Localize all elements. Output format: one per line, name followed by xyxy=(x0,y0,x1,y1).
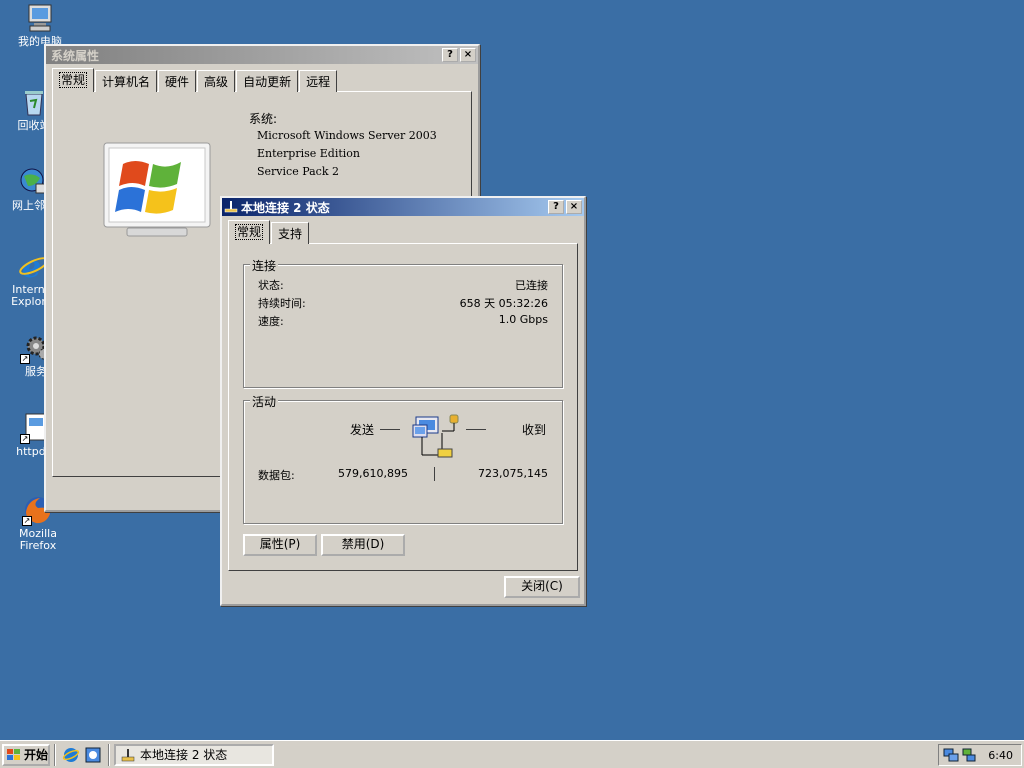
speed-label: 速度: xyxy=(258,315,284,328)
clock[interactable]: 6:40 xyxy=(988,749,1013,762)
status-value: 已连接 xyxy=(515,279,548,292)
taskbar: 开始 本地连接 2 状态 6:40 xyxy=(0,740,1024,768)
disable-button[interactable]: 禁用(D) xyxy=(321,534,405,556)
received-label: 收到 xyxy=(522,423,547,437)
speed-value: 1.0 Gbps xyxy=(498,313,548,326)
taskbar-button-connection-status[interactable]: 本地连接 2 状态 xyxy=(114,743,274,766)
received-packets: 723,075,145 xyxy=(478,467,548,480)
network-plug-icon xyxy=(120,747,136,763)
taskbar-button-label: 本地连接 2 状态 xyxy=(140,748,228,762)
window-title: 本地连接 2 状态 xyxy=(241,200,330,215)
close-dialog-button[interactable]: 关闭(C) xyxy=(504,576,580,598)
system-tray: 6:40 xyxy=(938,744,1022,766)
connection-group: 连接 状态: 已连接 持续时间: 658 天 05:32:26 速度: 1.0 … xyxy=(243,257,563,388)
start-label: 开始 xyxy=(24,748,49,762)
system-label: 系统: xyxy=(249,112,278,126)
windows-logo-monitor xyxy=(103,142,211,238)
network-tray-icon[interactable] xyxy=(943,747,959,763)
duration-value: 658 天 05:32:26 xyxy=(459,297,548,310)
windows-flag-icon xyxy=(6,748,22,762)
tab-hardware[interactable]: 硬件 xyxy=(158,70,197,92)
properties-button[interactable]: 属性(P) xyxy=(243,534,317,556)
os-edition: Enterprise Edition xyxy=(257,147,361,160)
network-activity-icon xyxy=(412,411,464,463)
system-properties-titlebar[interactable]: 系统属性 ? × xyxy=(46,46,478,64)
help-button[interactable]: ? xyxy=(442,48,458,62)
connection-group-title: 连接 xyxy=(250,257,279,274)
close-button[interactable]: × xyxy=(460,48,476,62)
tab-support[interactable]: 支持 xyxy=(271,222,310,244)
received-dash xyxy=(466,429,486,430)
windows-logo-icon xyxy=(103,142,211,237)
tab-remote[interactable]: 远程 xyxy=(299,70,338,92)
tab-strip: 常规 支持 xyxy=(222,220,584,244)
my-computer-icon xyxy=(24,2,56,34)
taskbar-separator xyxy=(108,743,110,766)
status-label: 状态: xyxy=(258,279,284,292)
activity-group: 活动 发送 收到 数据包: 579,610,895 723,075,145 xyxy=(243,393,563,524)
help-button[interactable]: ? xyxy=(548,200,564,214)
connection-status-titlebar[interactable]: 本地连接 2 状态 ? × xyxy=(222,198,584,216)
network-plug-icon xyxy=(224,200,238,214)
connection-status-window[interactable]: 本地连接 2 状态 ? × 常规 支持 连接 状态: 已连接 持续时间: 658… xyxy=(220,196,586,606)
window-title: 系统属性 xyxy=(51,48,100,63)
activity-group-title: 活动 xyxy=(250,393,279,410)
quicklaunch-explorer-icon[interactable] xyxy=(84,746,102,764)
sent-dash xyxy=(380,429,400,430)
close-button[interactable]: × xyxy=(566,200,582,214)
sent-label: 发送 xyxy=(350,423,375,437)
duration-label: 持续时间: xyxy=(258,297,306,310)
quicklaunch-ie-icon[interactable] xyxy=(62,746,80,764)
tab-advanced[interactable]: 高级 xyxy=(197,70,236,92)
tab-general[interactable]: 常规 xyxy=(228,220,271,244)
tab-auto-update[interactable]: 自动更新 xyxy=(236,70,299,92)
taskbar-separator xyxy=(54,743,56,766)
desktop-icon-my-computer[interactable]: 我的电脑 xyxy=(2,2,78,48)
tab-strip: 常规 计算机名 硬件 高级 自动更新 远程 xyxy=(46,68,478,92)
start-button[interactable]: 开始 xyxy=(2,743,50,766)
os-name: Microsoft Windows Server 2003 xyxy=(257,129,437,142)
activity-divider xyxy=(434,467,435,481)
network-tray-icon-2[interactable] xyxy=(961,747,977,763)
sent-packets: 579,610,895 xyxy=(338,467,408,480)
general-tab-panel: 连接 状态: 已连接 持续时间: 658 天 05:32:26 速度: 1.0 … xyxy=(228,243,578,571)
service-pack: Service Pack 2 xyxy=(257,165,339,178)
desktop-icon-label: Mozilla Firefox xyxy=(19,527,57,552)
packets-label: 数据包: xyxy=(258,469,295,482)
tab-general[interactable]: 常规 xyxy=(52,68,95,92)
tab-computer-name[interactable]: 计算机名 xyxy=(95,70,158,92)
